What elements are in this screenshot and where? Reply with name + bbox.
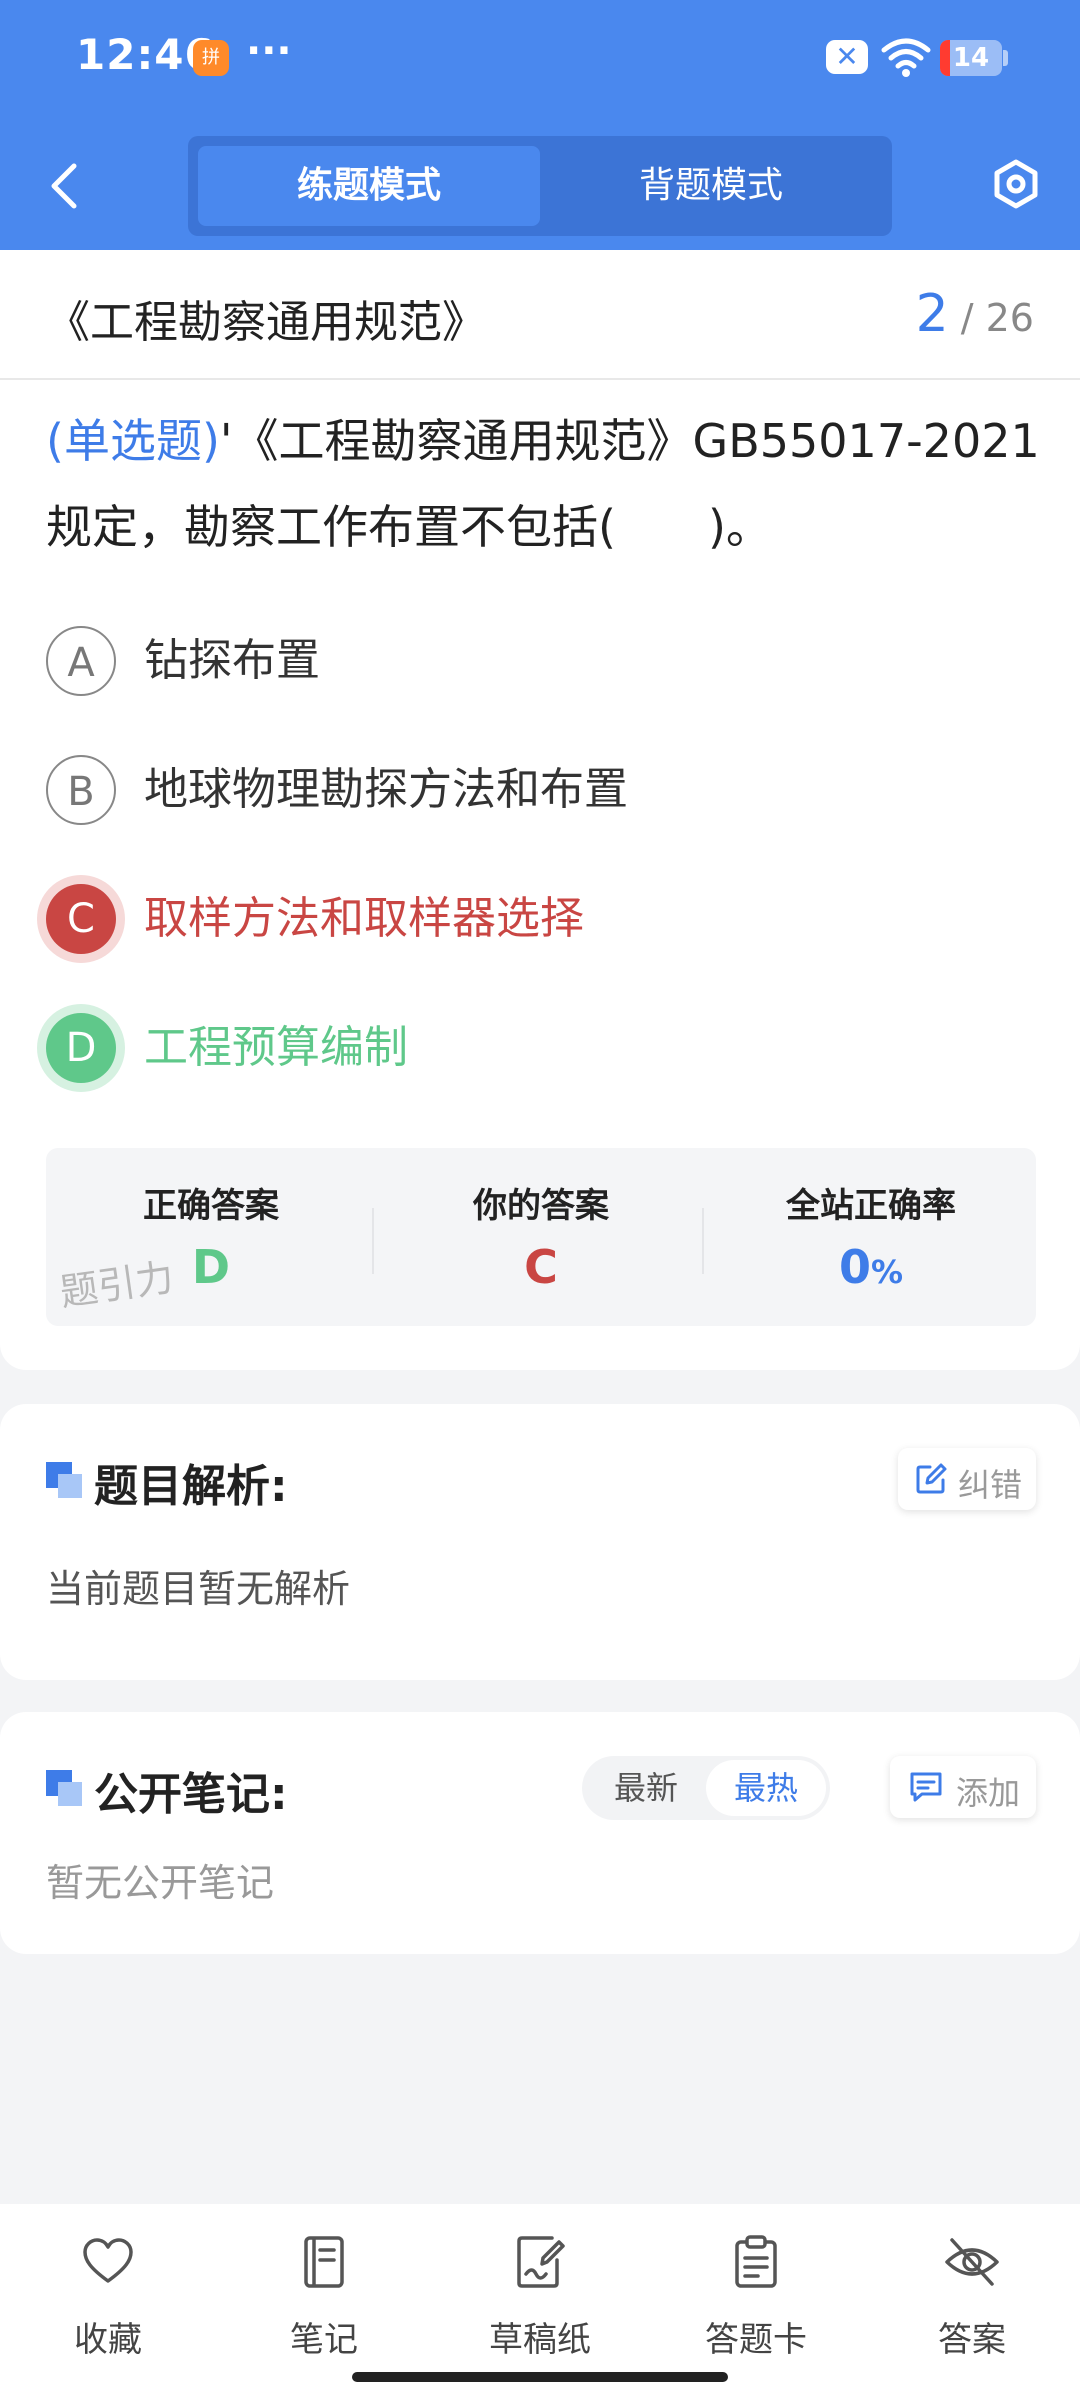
nav-label: 答案	[938, 2320, 1006, 2360]
close-box-icon: ✕	[826, 40, 868, 74]
add-note-button[interactable]: 添加	[890, 1756, 1036, 1818]
notes-card	[0, 1712, 1080, 1954]
nav-answer-card[interactable]: 答题卡	[648, 2226, 864, 2376]
option-text: 取样方法和取样器选择	[144, 893, 584, 944]
your-answer-label: 你的答案	[473, 1186, 609, 1226]
notes-empty-text: 暂无公开笔记	[46, 1861, 275, 1905]
eye-off-icon	[945, 2238, 999, 2286]
wifi-icon	[881, 38, 931, 77]
sort-hot-tab[interactable]: 最热	[706, 1760, 826, 1816]
question-counter: 2 / 26	[916, 284, 1034, 344]
section-square-icon	[46, 1462, 82, 1498]
tab-review-mode[interactable]: 背题模式	[540, 146, 882, 226]
nav-label: 笔记	[290, 2320, 358, 2360]
option-letter: B	[46, 755, 116, 825]
your-answer-value: C	[524, 1240, 558, 1294]
nav-answer[interactable]: 答案	[864, 2226, 1080, 2376]
question-type: (单选题)	[46, 414, 220, 468]
your-answer: 你的答案 C	[376, 1148, 706, 1326]
more-notifications-icon: ···	[246, 28, 292, 74]
nav-draft[interactable]: 草稿纸	[432, 2226, 648, 2376]
heart-icon	[83, 2238, 133, 2283]
home-indicator[interactable]	[352, 2372, 728, 2382]
draft-icon	[517, 2236, 565, 2288]
battery-icon: 14	[940, 40, 1002, 76]
total-questions: / 26	[960, 296, 1034, 340]
answer-summary: 正确答案 D 你的答案 C 全站正确率 0%	[46, 1148, 1036, 1326]
nav-favorite[interactable]: 收藏	[0, 2226, 216, 2376]
option-a[interactable]: A 钻探布置	[46, 626, 1046, 702]
analysis-content: 当前题目暂无解析	[46, 1567, 351, 1611]
report-error-button[interactable]: 纠错	[898, 1448, 1036, 1510]
nav-label: 草稿纸	[489, 2320, 591, 2360]
add-note-label: 添加	[956, 1774, 1021, 1812]
accuracy-number: 0	[838, 1240, 871, 1294]
divider	[0, 378, 1080, 380]
site-accuracy-label: 全站正确率	[786, 1186, 956, 1226]
question-text: (单选题)'《工程勘察通用规范》GB55017-2021规定，勘察工作布置不包括…	[46, 398, 1046, 570]
site-accuracy: 全站正确率 0%	[706, 1148, 1036, 1326]
sort-latest-tab[interactable]: 最新	[586, 1760, 706, 1816]
option-text: 工程预算编制	[144, 1022, 408, 1073]
clipboard-icon	[735, 2235, 777, 2288]
status-bar: 12:46 拼 ··· ✕ 14	[0, 0, 1080, 118]
document-title: 《工程勘察通用规范》	[46, 297, 486, 348]
option-c[interactable]: C 取样方法和取样器选择	[46, 884, 1046, 960]
battery-tip	[1003, 50, 1008, 66]
section-square-icon	[46, 1770, 82, 1806]
site-accuracy-value: 0%	[706, 1240, 1036, 1294]
app-notification-icon: 拼	[193, 40, 229, 76]
analysis-card	[0, 1404, 1080, 1680]
notebook-icon	[304, 2236, 344, 2288]
accuracy-unit: %	[870, 1253, 904, 1291]
mode-switch: 练题模式 背题模式	[188, 136, 892, 236]
analysis-title: 题目解析:	[94, 1461, 288, 1512]
nav-label: 收藏	[74, 2320, 142, 2360]
column-divider	[372, 1208, 374, 1274]
current-question-number: 2	[915, 284, 949, 344]
report-error-label: 纠错	[958, 1466, 1023, 1504]
bottom-nav: 收藏 笔记 草稿纸 答题卡 答案	[0, 2204, 1080, 2400]
edit-icon	[916, 1463, 947, 1494]
option-text: 地球物理勘探方法和布置	[144, 764, 628, 815]
column-divider	[702, 1208, 704, 1274]
option-d[interactable]: D 工程预算编制	[46, 1013, 1046, 1089]
nav-label: 答题卡	[705, 2320, 807, 2360]
option-text: 钻探布置	[144, 635, 320, 686]
notes-sort-switch: 最新 最热	[582, 1756, 830, 1820]
correct-answer-label: 正确答案	[143, 1186, 279, 1226]
option-letter: D	[46, 1013, 116, 1083]
settings-hexagon-icon[interactable]	[990, 158, 1042, 210]
nav-notes[interactable]: 笔记	[216, 2226, 432, 2376]
battery-level: 14	[952, 43, 990, 73]
top-bar: 12:46 拼 ··· ✕ 14 练题模式 背题模式	[0, 0, 1080, 250]
tab-practice-mode[interactable]: 练题模式	[198, 146, 540, 226]
notes-title: 公开笔记:	[94, 1769, 288, 1820]
option-letter: A	[46, 626, 116, 696]
option-b[interactable]: B 地球物理勘探方法和布置	[46, 755, 1046, 831]
back-chevron-icon[interactable]	[40, 158, 90, 214]
comment-icon	[910, 1772, 942, 1802]
option-letter: C	[46, 884, 116, 954]
